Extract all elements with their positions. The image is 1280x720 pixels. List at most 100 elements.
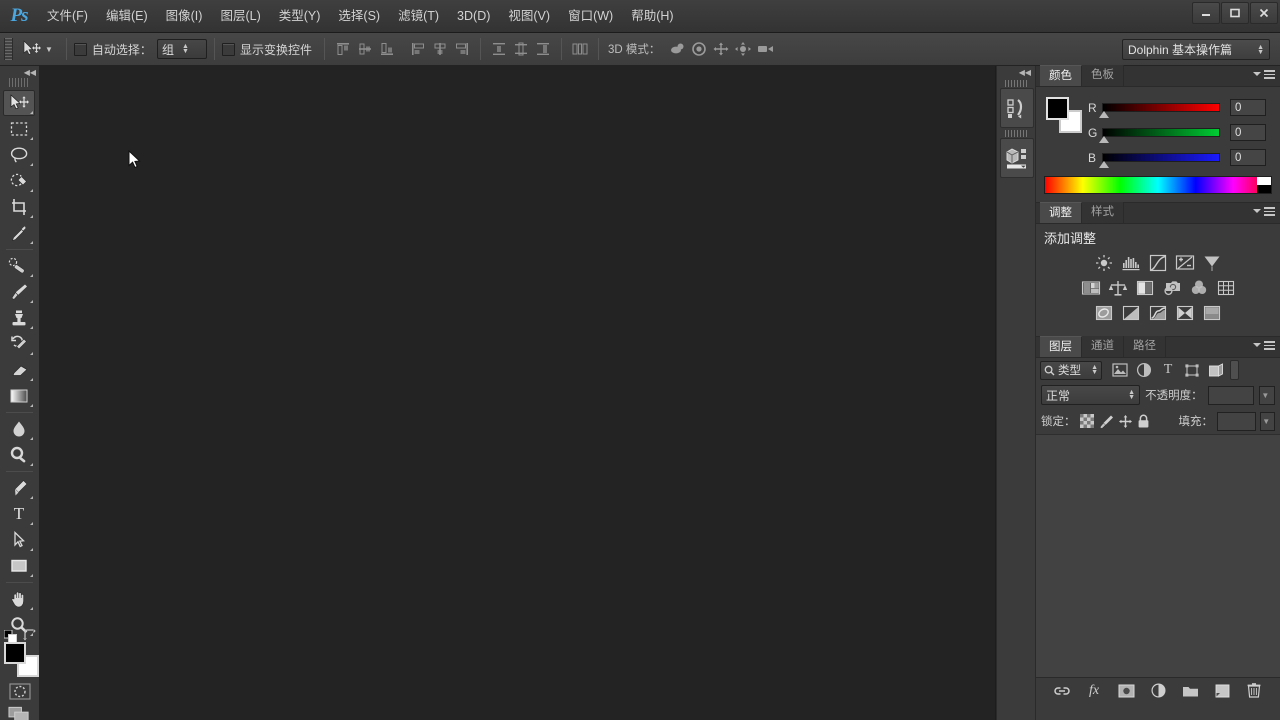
vibrance-adjustment-icon[interactable] — [1201, 253, 1223, 273]
tool-dodge[interactable] — [3, 442, 35, 468]
lock-position-icon[interactable] — [1118, 412, 1133, 431]
filter-smart-object-layers-icon[interactable] — [1204, 360, 1228, 380]
color-panel-foreground-swatch[interactable] — [1046, 97, 1069, 120]
layers-panel-menu-button[interactable] — [1253, 341, 1275, 350]
roll-3d-object-icon[interactable] — [688, 38, 710, 60]
invert-adjustment-icon[interactable] — [1093, 303, 1115, 323]
tab-channels[interactable]: 通道 — [1082, 336, 1124, 357]
tool-rectangular-marquee[interactable] — [3, 116, 35, 142]
new-fill-adjustment-layer-icon[interactable] — [1149, 682, 1167, 700]
tool-path-selection[interactable] — [3, 527, 35, 553]
workspace-selector[interactable]: Dolphin 基本操作篇 ▲ ▼ — [1122, 39, 1270, 60]
slider-track-g[interactable] — [1099, 128, 1220, 143]
align-bottom-edges-icon[interactable] — [376, 38, 398, 60]
menu-3d[interactable]: 3D(D) — [448, 0, 499, 33]
layer-filter-type-dropdown[interactable]: 类型 ▲ ▼ — [1040, 360, 1102, 380]
opacity-field[interactable] — [1207, 385, 1254, 405]
channel-mixer-adjustment-icon[interactable] — [1188, 278, 1210, 298]
menu-filter[interactable]: 滤镜(T) — [389, 0, 448, 33]
lock-image-pixels-icon[interactable] — [1098, 412, 1114, 431]
tab-styles[interactable]: 样式 — [1082, 202, 1124, 223]
color-panel-menu-button[interactable] — [1253, 70, 1275, 79]
black-white-adjustment-icon[interactable] — [1134, 278, 1156, 298]
fill-field[interactable] — [1216, 411, 1257, 431]
tool-clone-stamp[interactable] — [3, 305, 35, 331]
menu-image[interactable]: 图像(I) — [157, 0, 212, 33]
fill-dropdown-arrow[interactable]: ▼ — [1260, 411, 1275, 431]
tab-adjustments[interactable]: 调整 — [1040, 202, 1082, 223]
align-horizontal-centers-icon[interactable] — [429, 38, 451, 60]
blend-mode-dropdown[interactable]: 正常 ▲ ▼ — [1041, 385, 1141, 405]
photo-filter-adjustment-icon[interactable] — [1161, 278, 1183, 298]
tab-layers[interactable]: 图层 — [1040, 336, 1082, 357]
tool-eyedropper[interactable] — [3, 220, 35, 246]
quick-mask-mode-icon[interactable] — [9, 682, 31, 700]
slider-track-b[interactable] — [1099, 153, 1220, 168]
slider-thumb-r[interactable] — [1099, 111, 1109, 118]
color-spectrum-ramp[interactable] — [1044, 176, 1272, 194]
menu-select[interactable]: 选择(S) — [329, 0, 389, 33]
gradient-map-adjustment-icon[interactable] — [1174, 303, 1196, 323]
layer-style-fx-icon[interactable]: fx — [1085, 682, 1103, 700]
filter-enable-toggle[interactable] — [1230, 360, 1239, 380]
color-balance-adjustment-icon[interactable] — [1107, 278, 1129, 298]
align-right-edges-icon[interactable] — [451, 38, 473, 60]
default-colors-icon[interactable] — [4, 630, 17, 643]
filter-adjustment-layers-icon[interactable] — [1132, 360, 1156, 380]
drag-3d-object-icon[interactable] — [710, 38, 732, 60]
tool-hand[interactable] — [3, 586, 35, 612]
menu-window[interactable]: 窗口(W) — [559, 0, 622, 33]
lock-transparent-pixels-icon[interactable] — [1079, 412, 1094, 431]
slider-thumb-g[interactable] — [1099, 136, 1109, 143]
3d-panel-icon[interactable] — [1000, 138, 1034, 178]
delete-layer-icon[interactable] — [1245, 682, 1263, 700]
tool-preset-chevron-down-icon[interactable]: ▼ — [45, 45, 53, 54]
align-top-edges-icon[interactable] — [332, 38, 354, 60]
hue-saturation-adjustment-icon[interactable] — [1080, 278, 1102, 298]
dock-group-grip[interactable] — [1005, 80, 1027, 87]
auto-select-checkbox[interactable] — [73, 42, 87, 56]
swap-colors-icon[interactable] — [23, 629, 36, 641]
tool-eraser[interactable] — [3, 357, 35, 383]
foreground-color-swatch[interactable] — [4, 642, 26, 664]
align-left-edges-icon[interactable] — [407, 38, 429, 60]
scale-3d-object-icon[interactable] — [754, 38, 776, 60]
minimize-button[interactable] — [1192, 2, 1220, 24]
collapse-tools-icon[interactable]: ◀◀ — [0, 66, 39, 78]
menu-edit[interactable]: 编辑(E) — [97, 0, 157, 33]
tab-swatches[interactable]: 色板 — [1082, 65, 1124, 86]
adjustments-panel-menu-button[interactable] — [1253, 207, 1275, 216]
tool-move[interactable] — [3, 90, 35, 116]
distribute-vertical-centers-icon[interactable] — [510, 38, 532, 60]
menu-view[interactable]: 视图(V) — [499, 0, 559, 33]
filter-pixel-layers-icon[interactable] — [1108, 360, 1132, 380]
tool-pen[interactable] — [3, 475, 35, 501]
opacity-dropdown-arrow[interactable]: ▼ — [1258, 385, 1275, 405]
levels-adjustment-icon[interactable] — [1120, 253, 1142, 273]
slide-3d-object-icon[interactable] — [732, 38, 754, 60]
rotate-3d-object-icon[interactable] — [666, 38, 688, 60]
brightness-contrast-adjustment-icon[interactable] — [1093, 253, 1115, 273]
curves-adjustment-icon[interactable] — [1147, 253, 1169, 273]
tab-color[interactable]: 颜色 — [1040, 65, 1082, 86]
screen-mode-icon[interactable] — [8, 706, 32, 720]
auto-align-layers-icon[interactable] — [569, 38, 591, 60]
history-actions-panel-icon[interactable] — [1000, 88, 1034, 128]
tool-lasso[interactable] — [3, 142, 35, 168]
color-lookup-adjustment-icon[interactable] — [1215, 278, 1237, 298]
canvas-workspace[interactable] — [40, 66, 995, 720]
tool-spot-healing-brush[interactable] — [3, 253, 35, 279]
tools-panel-grip[interactable] — [9, 78, 30, 87]
options-bar-grip[interactable] — [4, 38, 13, 60]
add-layer-mask-icon[interactable] — [1117, 682, 1135, 700]
tool-gradient[interactable] — [3, 383, 35, 409]
link-layers-icon[interactable] — [1053, 682, 1071, 700]
filter-shape-layers-icon[interactable] — [1180, 360, 1204, 380]
tool-blur[interactable] — [3, 416, 35, 442]
layer-list[interactable] — [1036, 434, 1280, 677]
posterize-adjustment-icon[interactable] — [1120, 303, 1142, 323]
expand-panels-icon[interactable]: ◀◀ — [997, 66, 1035, 78]
show-transform-controls-checkbox[interactable] — [221, 42, 235, 56]
tool-history-brush[interactable] — [3, 331, 35, 357]
menu-layer[interactable]: 图层(L) — [211, 0, 269, 33]
